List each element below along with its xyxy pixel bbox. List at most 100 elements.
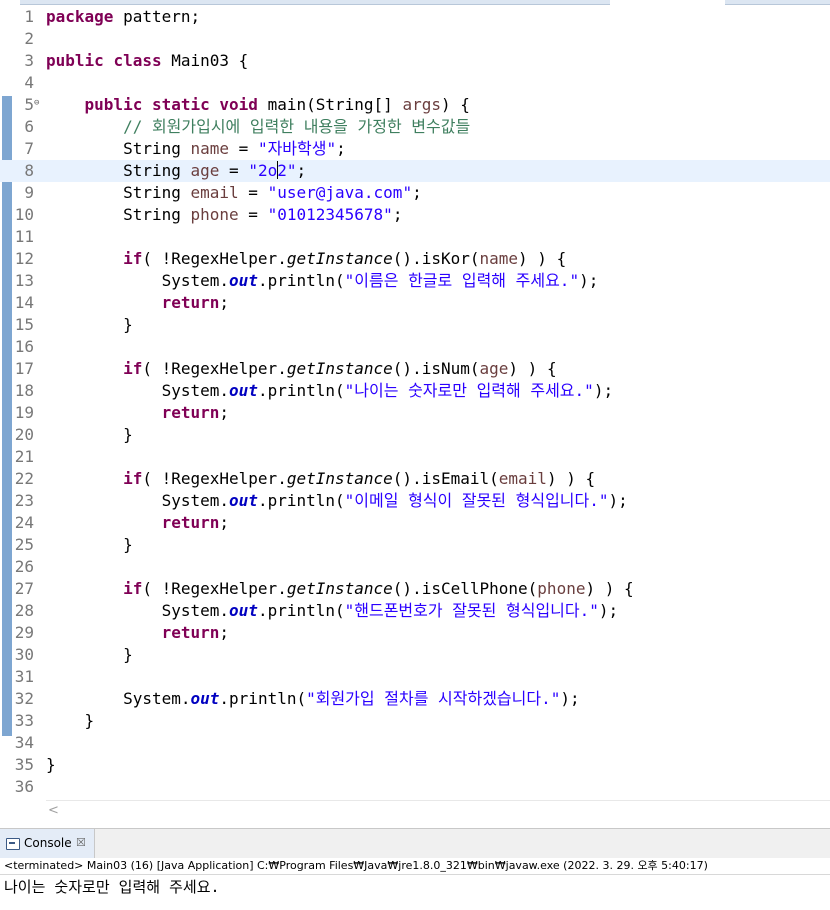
code-line[interactable]: 5 ⊖ public static void main(String[] args… [0, 94, 830, 116]
code-token: } [46, 711, 95, 730]
code-line[interactable]: 13 System.out.println("이름은 한글로 입력해 주세요."… [0, 270, 830, 292]
code-line[interactable]: 23 System.out.println("이메일 형식이 잘못된 형식입니다… [0, 490, 830, 512]
code-line[interactable]: 29 return; [0, 622, 830, 644]
code-line[interactable]: 27 if( !RegexHelper.getInstance().isCell… [0, 578, 830, 600]
code-line[interactable]: 34 [0, 732, 830, 754]
code-text: System.out.println("이메일 형식이 잘못된 형식입니다.")… [46, 490, 628, 512]
code-text: } [46, 710, 95, 732]
code-token: } [46, 535, 133, 554]
code-line[interactable]: 30 } [0, 644, 830, 666]
code-line[interactable]: 20 } [0, 424, 830, 446]
code-line[interactable]: 3 public class Main03 { [0, 50, 830, 72]
console-output[interactable]: 나이는 숫자로만 입력해 주세요. [4, 876, 220, 898]
code-token: getInstance [286, 469, 393, 488]
horizontal-scrollbar[interactable]: < [46, 800, 830, 823]
code-token: ().isEmail( [392, 469, 499, 488]
code-line[interactable]: 11 [0, 226, 830, 248]
code-token: } [46, 755, 56, 774]
code-token: = [238, 205, 268, 224]
code-text: String phone = "01012345678"; [46, 204, 402, 226]
line-number: 32 [14, 689, 34, 708]
line-number: 22 [14, 469, 34, 488]
code-token: } [46, 425, 133, 444]
code-token: return [161, 623, 220, 642]
code-token: out [229, 271, 258, 290]
code-token: out [190, 689, 220, 708]
code-line[interactable]: 8 String age = "2o2"; [0, 160, 830, 182]
console-tab-label: Console [24, 836, 72, 850]
code-line[interactable]: 35} [0, 754, 830, 776]
code-token: out [229, 491, 258, 510]
code-line[interactable]: 19 return; [0, 402, 830, 424]
code-line[interactable]: 36 [0, 776, 830, 798]
code-token: String [46, 161, 191, 180]
code-token: ; [219, 293, 230, 312]
line-number: 11 [14, 227, 34, 246]
line-number: 16 [14, 337, 34, 356]
code-line[interactable]: 14 return; [0, 292, 830, 314]
code-token: "이름은 한글로 입력해 주세요." [344, 271, 580, 290]
code-line[interactable]: 32 System.out.println("회원가입 절차를 시작하겠습니다.… [0, 688, 830, 710]
code-token: ( !RegexHelper. [142, 249, 287, 268]
code-token: ().isNum( [392, 359, 480, 378]
code-token: ; [219, 403, 230, 422]
code-token: age [479, 359, 509, 378]
line-number: 21 [14, 447, 34, 466]
code-line[interactable]: 16 [0, 336, 830, 358]
code-line[interactable]: 17 if( !RegexHelper.getInstance().isNum(… [0, 358, 830, 380]
line-number: 30 [14, 645, 34, 664]
tab-console[interactable]: Console ☒ [0, 829, 95, 859]
code-line[interactable]: 9 String email = "user@java.com"; [0, 182, 830, 204]
code-line[interactable]: 21 [0, 446, 830, 468]
code-token: .println( [257, 381, 345, 400]
scroll-left-arrow-icon[interactable]: < [48, 803, 59, 818]
code-text: package pattern; [46, 6, 200, 28]
line-number: 31 [14, 667, 34, 686]
code-token: .println( [257, 271, 345, 290]
code-line[interactable]: 31 [0, 666, 830, 688]
code-line[interactable]: 7 String name = "자바학생"; [0, 138, 830, 160]
code-line[interactable]: 12 if( !RegexHelper.getInstance().isKor(… [0, 248, 830, 270]
code-token: ) ) { [585, 579, 634, 598]
line-number: 13 [14, 271, 34, 290]
code-line[interactable]: 18 System.out.println("나이는 숫자로만 입력해 주세요.… [0, 380, 830, 402]
code-text: String email = "user@java.com"; [46, 182, 422, 204]
code-line[interactable]: 26 [0, 556, 830, 578]
code-line[interactable]: 25 } [0, 534, 830, 556]
code-line[interactable]: 28 System.out.println("핸드폰번호가 잘못된 형식입니다.… [0, 600, 830, 622]
code-line[interactable]: 6 // 회원가입시에 입력한 내용을 가정한 변수값들 [0, 116, 830, 138]
code-line[interactable]: 24 return; [0, 512, 830, 534]
code-token: "핸드폰번호가 잘못된 형식입니다." [344, 601, 599, 620]
code-token: Main03 { [161, 51, 249, 70]
code-line[interactable]: 4 [0, 72, 830, 94]
code-line[interactable]: 33 } [0, 710, 830, 732]
close-icon[interactable]: ☒ [76, 836, 86, 849]
code-line[interactable]: 15 } [0, 314, 830, 336]
code-token: String [46, 139, 191, 158]
code-token: "01012345678" [267, 205, 393, 224]
code-line[interactable]: 10 String phone = "01012345678"; [0, 204, 830, 226]
code-token: ) ) { [508, 359, 557, 378]
code-token: System. [46, 491, 230, 510]
code-token: ); [560, 689, 580, 708]
line-number: 34 [14, 733, 34, 752]
code-text: if( !RegexHelper.getInstance().isNum(age… [46, 358, 557, 380]
fold-toggle-icon[interactable]: ⊖ [34, 99, 39, 108]
code-token: getInstance [286, 579, 393, 598]
code-line[interactable]: 2 [0, 28, 830, 50]
code-editor[interactable]: 1 package pattern; 2 3 public class Main03 {… [0, 5, 830, 805]
code-text: public class Main03 { [46, 50, 248, 72]
code-token: "나이는 숫자로만 입력해 주세요." [344, 381, 594, 400]
line-number: 10 [14, 205, 34, 224]
code-text: System.out.println("회원가입 절차를 시작하겠습니다."); [46, 688, 580, 710]
code-token: ; [219, 513, 230, 532]
line-number: 9 [24, 183, 34, 202]
code-line[interactable]: 1 package pattern; [0, 6, 830, 28]
code-token: String [46, 205, 191, 224]
code-line[interactable]: 22 if( !RegexHelper.getInstance().isEmai… [0, 468, 830, 490]
code-text: System.out.println("이름은 한글로 입력해 주세요."); [46, 270, 599, 292]
code-token: class [113, 51, 162, 70]
